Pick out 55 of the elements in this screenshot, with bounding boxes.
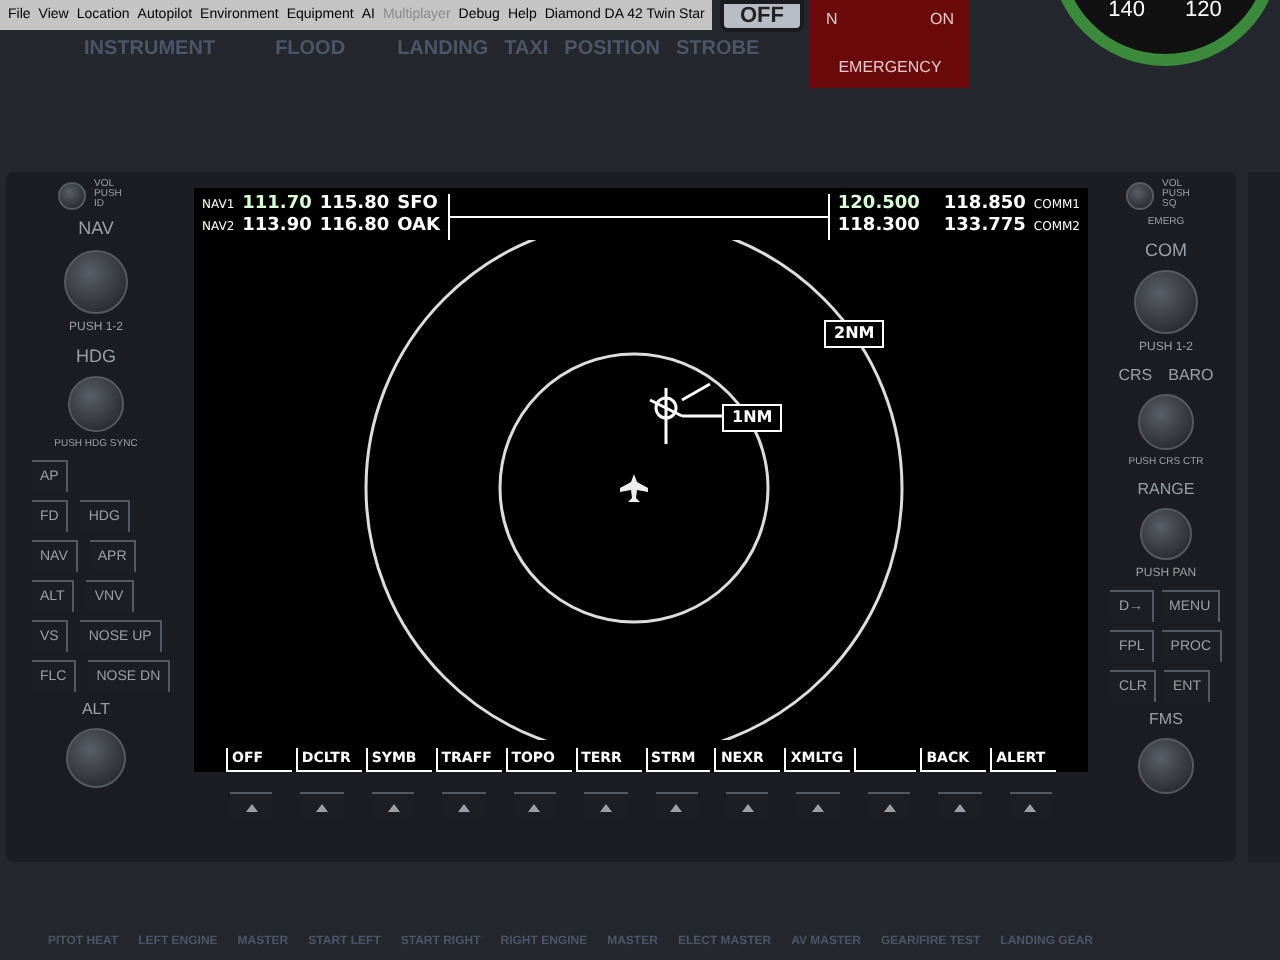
com-standby-frequency: 118.850 — [943, 196, 1026, 214]
knob-label: HDG — [76, 343, 116, 369]
nav-active-frequency: 113.90 — [242, 218, 312, 236]
triangle-icon — [741, 803, 754, 811]
triangle-icon — [1024, 803, 1037, 811]
strobe-switch[interactable]: OFF — [720, 0, 804, 32]
rotary-knob[interactable] — [68, 376, 124, 432]
triangle-icon — [528, 803, 541, 811]
switch-label: N — [826, 8, 838, 32]
rotary-knob[interactable] — [1134, 270, 1198, 334]
panel-label: POSITION — [564, 36, 660, 64]
softkey-blank — [854, 748, 917, 772]
com-standby-frequency: 133.775 — [943, 218, 1026, 236]
knob-label: BARO — [1168, 364, 1214, 388]
rotary-knob[interactable] — [1138, 737, 1194, 793]
nav-standby-frequency: 115.80 — [319, 196, 390, 214]
triangle-icon — [599, 803, 612, 811]
panel-label: TAXI — [504, 36, 549, 64]
knob-label: RANGE — [1137, 477, 1195, 501]
triangle-icon — [953, 803, 966, 811]
range-label: 2NM — [824, 320, 885, 348]
triangle-icon — [387, 803, 400, 811]
gauge-tick-label: 140 — [1108, 0, 1145, 25]
nav-ident: SFO — [397, 196, 438, 214]
aircraft-icon — [620, 474, 648, 502]
emergency-label: EMERGENCY — [838, 56, 942, 80]
knob-label: COM — [1145, 237, 1187, 263]
knob-label: NAV — [78, 216, 114, 242]
rotary-knob[interactable] — [66, 727, 126, 787]
rotary-knob[interactable] — [58, 181, 86, 209]
nav-standby-frequency: 116.80 — [319, 218, 390, 236]
gauge-tick-label: 120 — [1185, 0, 1222, 25]
nav-ident: OAK — [397, 218, 440, 236]
triangle-icon — [245, 803, 258, 811]
triangle-icon — [670, 803, 683, 811]
nav-active-frequency: 111.70 — [242, 196, 312, 214]
panel-label: STROBE — [675, 36, 760, 64]
com-active-frequency: 118.300 — [837, 218, 920, 236]
triangle-icon — [457, 803, 470, 811]
rotary-knob[interactable] — [1126, 181, 1154, 209]
rotary-knob[interactable] — [1138, 394, 1194, 450]
com-active-frequency: 120.500 — [837, 196, 920, 214]
rotary-knob[interactable] — [64, 249, 128, 313]
rotary-knob[interactable] — [1140, 507, 1192, 559]
panel-label: FLOOD — [275, 36, 346, 64]
knob-label: CRS — [1118, 364, 1153, 388]
range-label: 1NM — [722, 404, 783, 432]
knob-label: FMS — [1149, 707, 1183, 731]
triangle-icon — [883, 803, 895, 811]
triangle-icon — [316, 803, 329, 811]
panel-label: LANDING — [397, 36, 489, 64]
panel-label: INSTRUMENT — [84, 36, 216, 64]
switch-label: ON — [930, 8, 954, 32]
triangle-icon — [812, 803, 825, 811]
knob-label: ALT — [81, 697, 111, 721]
